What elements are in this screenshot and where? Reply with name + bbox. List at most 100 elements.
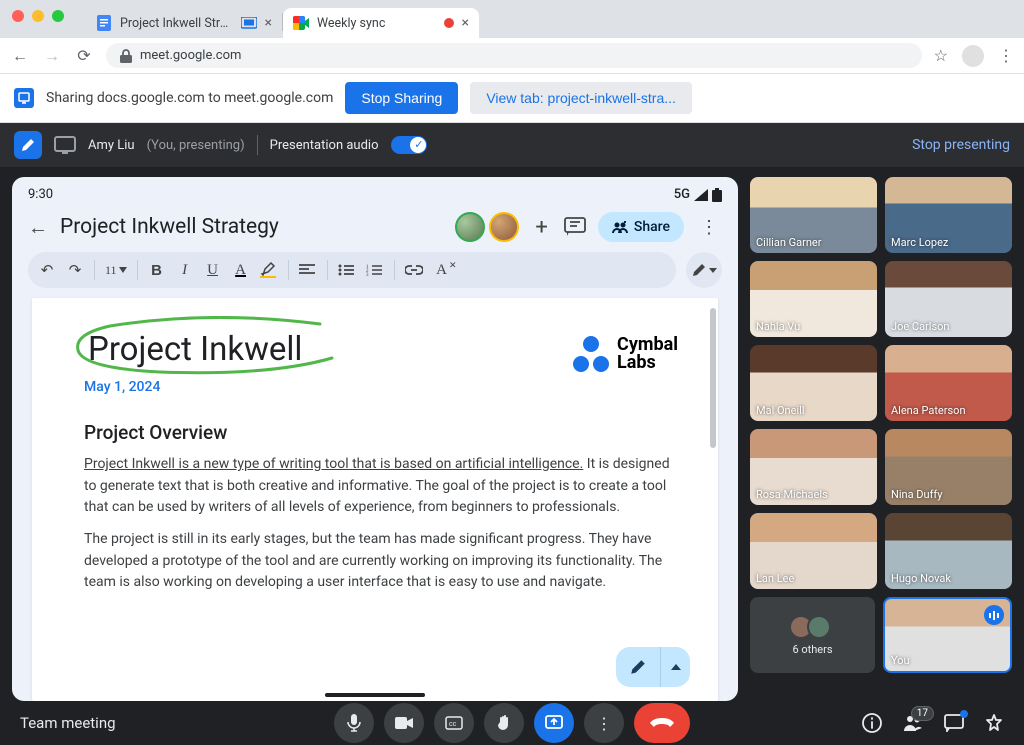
cast-icon (241, 17, 257, 30)
tab-meet[interactable]: Weekly sync × (283, 8, 479, 38)
scrollbar[interactable] (710, 308, 716, 448)
presenter-status: (You, presenting) (147, 138, 245, 153)
back-arrow-icon[interactable]: ← (28, 215, 48, 240)
clear-formatting-icon[interactable]: A✕ (433, 262, 451, 279)
meet-favicon-icon (293, 15, 309, 31)
url-field[interactable]: meet.google.com (106, 43, 922, 68)
docs-favicon-icon (96, 15, 112, 31)
presentation-audio-toggle[interactable]: ✓ (391, 136, 427, 154)
font-size-selector[interactable]: 11 (105, 263, 127, 278)
italic-icon[interactable]: I (176, 262, 194, 279)
insert-link-icon[interactable] (405, 265, 423, 275)
participant-tile[interactable]: Rosa Michaels (750, 429, 877, 505)
doc-menu-icon[interactable]: ⋮ (696, 217, 722, 238)
meeting-name: Team meeting (20, 714, 116, 732)
document-date: May 1, 2024 (84, 379, 306, 395)
mobile-status-bar: 9:30 5G (12, 177, 738, 206)
edit-mode-icon[interactable] (686, 252, 722, 288)
align-icon[interactable] (299, 264, 317, 276)
profile-avatar[interactable] (962, 45, 984, 67)
comment-icon[interactable] (564, 217, 586, 237)
text-color-icon[interactable]: A (232, 262, 250, 279)
participant-tile[interactable]: Hugo Novak (885, 513, 1012, 589)
url-text: meet.google.com (140, 48, 241, 63)
self-tile[interactable]: You (883, 597, 1012, 673)
raise-hand-button[interactable] (484, 703, 524, 743)
back-button[interactable]: ← (10, 46, 30, 66)
redo-icon[interactable]: ↷ (66, 261, 84, 280)
presentation-audio-label: Presentation audio (270, 138, 379, 153)
camera-button[interactable] (384, 703, 424, 743)
maximize-window-icon[interactable] (52, 10, 64, 22)
stop-sharing-button[interactable]: Stop Sharing (345, 82, 458, 114)
browser-menu-icon[interactable]: ⋮ (998, 46, 1014, 65)
participant-tile[interactable]: Mal Oneill (750, 345, 877, 421)
presenter-name: Amy Liu (88, 138, 135, 153)
participant-tile[interactable]: Nahla Vu (750, 261, 877, 337)
clock: 9:30 (28, 187, 53, 202)
add-collaborator-icon[interactable]: + (531, 215, 551, 240)
chat-icon[interactable] (944, 714, 964, 732)
participant-tile[interactable]: Cillian Garner (750, 177, 877, 253)
bullet-list-icon[interactable] (338, 264, 356, 276)
participant-tile[interactable]: Alena Paterson (885, 345, 1012, 421)
unread-dot-icon (960, 710, 968, 718)
meet-body: 9:30 5G ← Project Inkwell Strategy (0, 167, 1024, 701)
screen-share-icon (54, 136, 76, 154)
paragraph: Project Inkwell is a new type of writing… (84, 454, 678, 519)
stop-presenting-button[interactable]: Stop presenting (912, 137, 1010, 153)
microphone-button[interactable] (334, 703, 374, 743)
address-bar: ← → ⟳ meet.google.com ☆ ⋮ (0, 38, 1024, 74)
reload-button[interactable]: ⟳ (74, 46, 94, 65)
document-heading: Project Inkwell (84, 328, 306, 371)
participant-tile[interactable]: Nina Duffy (885, 429, 1012, 505)
forward-button[interactable]: → (42, 46, 62, 66)
browser-chrome: Project Inkwell Strategy × Weekly sync ×… (0, 0, 1024, 74)
more-options-button[interactable]: ⋮ (584, 703, 624, 743)
share-button[interactable]: Share (598, 212, 684, 242)
present-screen-button[interactable] (534, 703, 574, 743)
meeting-info-icon[interactable] (862, 713, 882, 733)
svg-text:cc: cc (449, 720, 457, 728)
paragraph: The project is still in its early stages… (84, 529, 678, 594)
tab-title: Project Inkwell Strategy (120, 16, 233, 31)
participant-grid: Cillian Garner Marc Lopez Nahla Vu Joe C… (750, 177, 1012, 701)
highlight-icon[interactable] (260, 262, 278, 278)
others-tile[interactable]: 6 others (750, 597, 875, 673)
formatting-toolbar: ↶ ↷ 11 B I U A 123 A (12, 252, 738, 298)
presentation-bar: Amy Liu (You, presenting) Presentation a… (0, 123, 1024, 167)
collaborator-avatars[interactable] (455, 212, 519, 242)
edit-fab[interactable] (616, 647, 690, 687)
bold-icon[interactable]: B (148, 262, 166, 279)
svg-text:3: 3 (366, 273, 369, 276)
close-tab-icon[interactable]: × (462, 15, 469, 31)
bookmark-icon[interactable]: ☆ (934, 46, 948, 65)
tab-docs[interactable]: Project Inkwell Strategy × (86, 8, 282, 38)
participants-icon[interactable]: 17 (902, 714, 924, 732)
numbered-list-icon[interactable]: 123 (366, 264, 384, 276)
window-controls (0, 0, 76, 22)
participant-tile[interactable]: Marc Lopez (885, 177, 1012, 253)
speaking-icon (984, 605, 1004, 625)
underline-icon[interactable]: U (204, 262, 222, 279)
captions-button[interactable]: cc (434, 703, 474, 743)
sharing-notification-bar: Sharing docs.google.com to meet.google.c… (0, 74, 1024, 123)
end-call-button[interactable] (634, 703, 690, 743)
participant-count-badge: 17 (911, 706, 934, 721)
participant-tile[interactable]: Lan Lee (750, 513, 877, 589)
doc-header: ← Project Inkwell Strategy + Share ⋮ (12, 206, 738, 252)
close-tab-icon[interactable]: × (265, 15, 272, 31)
avatar (455, 212, 485, 242)
separator (257, 135, 258, 155)
view-tab-button[interactable]: View tab: project-inkwell-stra... (470, 82, 692, 114)
participant-tile[interactable]: Joe Carlson (885, 261, 1012, 337)
close-window-icon[interactable] (12, 10, 24, 22)
activities-icon[interactable] (984, 713, 1004, 733)
pencil-icon[interactable] (14, 131, 42, 159)
tab-title: Weekly sync (317, 16, 436, 31)
undo-icon[interactable]: ↶ (38, 261, 56, 280)
battery-icon (712, 188, 722, 202)
document-page[interactable]: Project Inkwell May 1, 2024 CymbalLabs P… (32, 298, 718, 701)
signal-icon (694, 189, 708, 201)
minimize-window-icon[interactable] (32, 10, 44, 22)
